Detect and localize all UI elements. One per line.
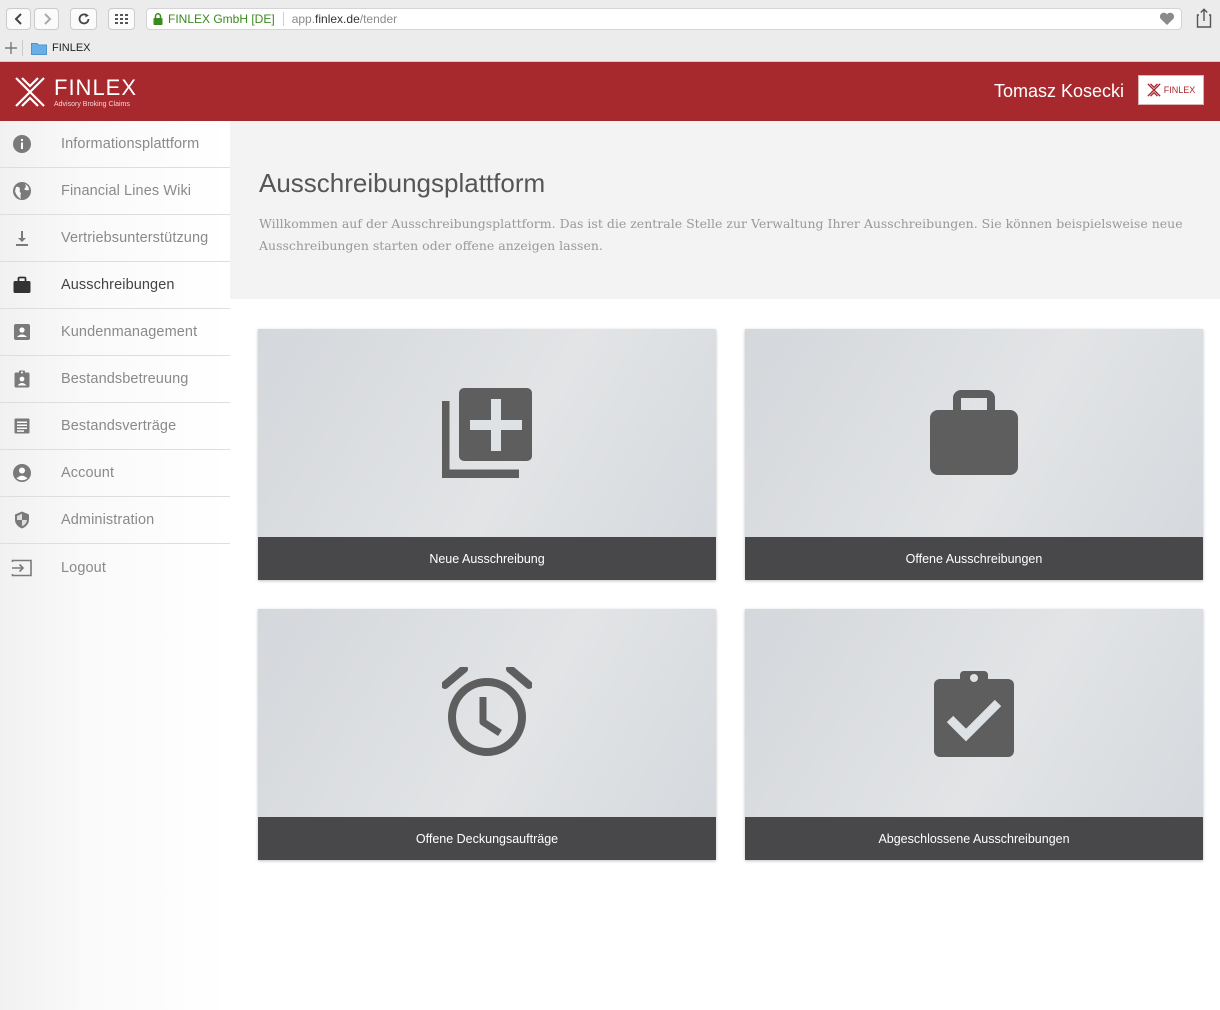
tile-neue-ausschreibung[interactable]: Neue Ausschreibung — [258, 329, 716, 580]
sidebar-item-label: Bestandsbetreuung — [61, 371, 189, 387]
sidebar-item-bestandsbetreuung[interactable]: Bestandsbetreuung — [0, 356, 230, 403]
tile-offene-deckungsauftraege[interactable]: Offene Deckungsaufträge — [258, 609, 716, 860]
briefcase-icon — [930, 390, 1018, 475]
tile-label: Offene Deckungsaufträge — [258, 817, 716, 860]
intro-panel: Ausschreibungsplattform Willkommen auf d… — [230, 121, 1220, 299]
sidebar-item-account[interactable]: Account — [0, 450, 230, 497]
user-badge[interactable]: FINLEX — [1138, 75, 1204, 105]
bookmark-divider — [22, 40, 23, 56]
sidebar-item-vertriebsunterstuetzung[interactable]: Vertriebsunterstützung — [0, 215, 230, 262]
globe-icon — [11, 180, 33, 202]
sidebar-item-bestandsvertraege[interactable]: Bestandsverträge — [0, 403, 230, 450]
share-icon — [1196, 8, 1212, 28]
page-title: Ausschreibungsplattform — [259, 168, 546, 198]
reload-button[interactable] — [70, 8, 97, 30]
certificate-org: FINLEX GmbH [DE] — [168, 12, 275, 26]
badge-label: FINLEX — [1163, 85, 1196, 95]
tile-label: Neue Ausschreibung — [258, 537, 716, 580]
sidebar-item-informationsplattform[interactable]: Informationsplattform — [0, 121, 230, 168]
lock-icon — [153, 13, 163, 25]
app-header: FINLEX Advisory Broking Claims Tomasz Ko… — [0, 62, 1220, 121]
sidebar-item-label: Administration — [61, 512, 155, 528]
tile-offene-ausschreibungen[interactable]: Offene Ausschreibungen — [745, 329, 1203, 580]
document-icon — [11, 415, 33, 437]
sidebar-item-financial-lines-wiki[interactable]: Financial Lines Wiki — [0, 168, 230, 215]
sidebar-item-administration[interactable]: Administration — [0, 497, 230, 544]
browser-chrome: FINLEX GmbH [DE] app. finlex.de/tender FI… — [0, 0, 1220, 62]
sidebar-item-label: Ausschreibungen — [61, 277, 175, 293]
folder-icon — [31, 42, 47, 55]
browser-toolbar: FINLEX GmbH [DE] app. finlex.de/tender — [0, 4, 1220, 32]
info-icon — [11, 133, 33, 155]
user-name[interactable]: Tomasz Kosecki — [994, 81, 1124, 102]
finlex-x-small-icon — [1147, 83, 1161, 97]
tile-label: Offene Ausschreibungen — [745, 537, 1203, 580]
heart-icon[interactable] — [1159, 12, 1175, 26]
plus-icon[interactable] — [4, 41, 18, 55]
chevron-left-icon — [14, 13, 22, 25]
sidebar-item-label: Bestandsverträge — [61, 418, 177, 434]
address-bar[interactable]: FINLEX GmbH [DE] app. finlex.de/tender — [146, 8, 1182, 30]
sidebar-item-kundenmanagement[interactable]: Kundenmanagement — [0, 309, 230, 356]
grid-icon — [114, 14, 128, 24]
intro-text: Willkommen auf der Ausschreibungsplattfo… — [259, 216, 1183, 253]
share-button[interactable] — [1196, 8, 1212, 33]
sidebar-item-label: Financial Lines Wiki — [61, 183, 192, 199]
clipboard-check-icon — [934, 671, 1014, 757]
tile-art — [745, 329, 1203, 537]
sidebar-item-label: Account — [61, 465, 115, 481]
clipboard-user-icon — [11, 368, 33, 390]
sidebar-item-label: Informationsplattform — [61, 136, 200, 152]
bookmark-finlex[interactable]: FINLEX — [52, 42, 91, 54]
reload-icon — [78, 13, 89, 25]
finlex-x-logo-icon — [15, 77, 45, 107]
logo-name: FINLEX — [54, 74, 138, 100]
tab-overview-button[interactable] — [108, 8, 135, 30]
alarm-clock-icon — [442, 667, 532, 756]
contact-card-icon — [11, 321, 33, 343]
logo-text: FINLEX Advisory Broking Claims — [54, 74, 138, 108]
sidebar: Informationsplattform Financial Lines Wi… — [0, 121, 230, 1010]
back-button[interactable] — [6, 8, 31, 30]
add-library-icon — [442, 388, 532, 478]
forward-button[interactable] — [34, 8, 59, 30]
bookmarks-bar: FINLEX — [0, 36, 1220, 60]
sidebar-item-label: Vertriebsunterstützung — [61, 230, 209, 246]
url-domain: finlex.de — [315, 12, 360, 26]
shield-icon — [11, 509, 33, 531]
tile-label: Abgeschlossene Ausschreibungen — [745, 817, 1203, 860]
url-path: /tender — [359, 12, 398, 26]
logo-tagline: Advisory Broking Claims — [54, 100, 130, 108]
url-prefix: app. — [291, 12, 316, 26]
finlex-logo[interactable]: FINLEX Advisory Broking Claims — [14, 76, 137, 108]
chevron-right-icon — [43, 13, 51, 25]
sidebar-item-ausschreibungen[interactable]: Ausschreibungen — [0, 262, 230, 309]
tile-art — [258, 609, 716, 817]
sidebar-item-logout[interactable]: Logout — [0, 544, 230, 591]
sidebar-item-label: Kundenmanagement — [61, 324, 198, 340]
url-separator — [282, 12, 284, 26]
briefcase-icon — [11, 274, 33, 296]
download-icon — [11, 227, 33, 249]
account-icon — [11, 462, 33, 484]
tile-art — [258, 329, 716, 537]
sidebar-item-label: Logout — [61, 559, 106, 576]
logout-icon — [11, 557, 33, 579]
tile-art — [745, 609, 1203, 817]
tile-abgeschlossene-ausschreibungen[interactable]: Abgeschlossene Ausschreibungen — [745, 609, 1203, 860]
